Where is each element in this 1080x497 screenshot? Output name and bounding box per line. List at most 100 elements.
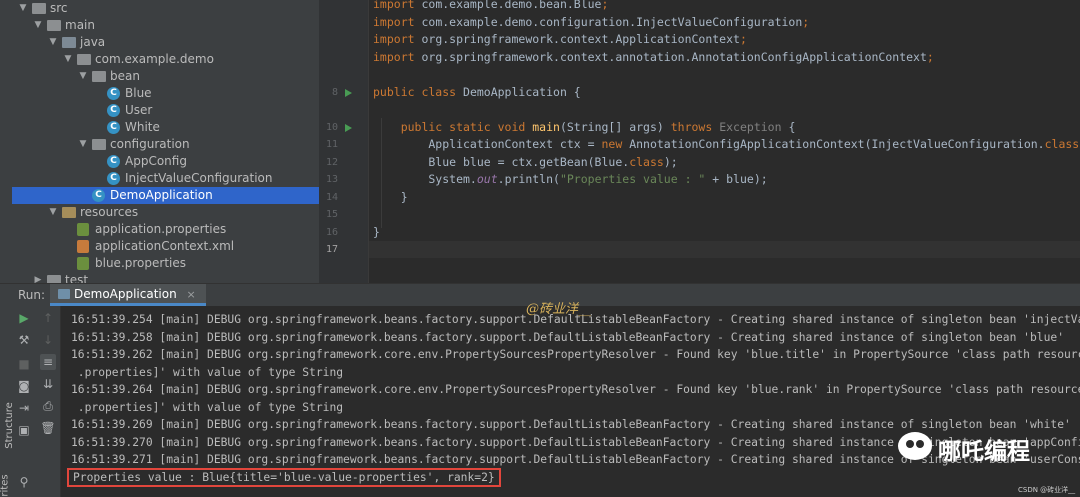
- console-line: 16:51:39.258 [main] DEBUG org.springfram…: [71, 330, 1064, 344]
- code-line: ApplicationContext ctx = new AnnotationC…: [373, 137, 1080, 151]
- tree-item-configuration[interactable]: ▼ configuration: [12, 136, 319, 153]
- class-icon: C: [107, 155, 120, 168]
- layout-icon[interactable]: ▣: [16, 422, 32, 438]
- editor-gutter: 8 10 11 12 13 14 15 16 17: [319, 0, 369, 283]
- up-arrow-icon[interactable]: ↑: [40, 310, 56, 326]
- tree-item-application-properties[interactable]: application.properties: [12, 221, 319, 238]
- run-toolbar-secondary: ↑ ↓ ≡ ⇊ ⎙ 🗑: [36, 306, 61, 497]
- run-label: Run:: [18, 288, 46, 302]
- package-icon: [92, 71, 106, 82]
- down-arrow-icon[interactable]: ↓: [40, 332, 56, 348]
- xml-file-icon: [77, 240, 89, 253]
- line-number: 17: [325, 244, 338, 255]
- code-line: import org.springframework.context.annot…: [373, 49, 934, 64]
- scroll-to-end-icon[interactable]: ⇊: [40, 376, 56, 392]
- print-icon[interactable]: ⎙: [40, 398, 56, 414]
- line-number: 10: [325, 121, 338, 133]
- chevron-down-icon[interactable]: ▼: [48, 34, 58, 51]
- package-icon: [77, 54, 91, 65]
- code-line: System.out.println("Properties value : "…: [373, 172, 768, 186]
- tree-item-label: DemoApplication: [110, 188, 213, 202]
- tree-item-src[interactable]: ▼ src: [12, 0, 319, 17]
- chevron-down-icon[interactable]: ▼: [78, 68, 88, 85]
- console-line: 16:51:39.262 [main] DEBUG org.springfram…: [71, 348, 1080, 361]
- tree-item-label: com.example.demo: [95, 52, 214, 66]
- console-line: 16:51:39.269 [main] DEBUG org.springfram…: [71, 418, 1071, 431]
- chevron-right-icon[interactable]: ▶: [33, 272, 43, 283]
- run-gutter-icon[interactable]: [345, 88, 352, 97]
- tree-item-user[interactable]: C User: [12, 102, 319, 119]
- tree-item-test[interactable]: ▶ test: [12, 272, 319, 283]
- chevron-down-icon[interactable]: ▼: [48, 204, 58, 221]
- console-output[interactable]: Properties value : Blue{title='blue-valu…: [61, 306, 1080, 497]
- code-editor[interactable]: import com.example.demo.bean.Blue; import…: [369, 0, 1080, 283]
- run-tab-label: DemoApplication: [74, 287, 177, 301]
- tree-item-label: java: [80, 35, 106, 49]
- author-watermark: @砖业洋__: [526, 302, 592, 317]
- tree-item-label: User: [125, 103, 153, 117]
- code-line: public class DemoApplication {: [373, 84, 581, 99]
- soft-wrap-icon[interactable]: ≡: [40, 354, 56, 370]
- wrench-icon[interactable]: ⚒: [16, 332, 32, 348]
- tree-item-white[interactable]: C White: [12, 119, 319, 136]
- line-number: 12: [325, 156, 338, 168]
- application-icon: [58, 289, 70, 299]
- favorites-tool-button[interactable]: rites: [0, 474, 11, 496]
- line-number: [308, 49, 338, 66]
- chevron-down-icon[interactable]: ▼: [18, 0, 28, 17]
- tree-item-injectvalueconfiguration[interactable]: C InjectValueConfiguration: [12, 170, 319, 187]
- chevron-down-icon[interactable]: ▼: [33, 17, 43, 34]
- tree-item-resources[interactable]: ▼ resources: [12, 204, 319, 221]
- code-line: import com.example.demo.bean.Blue;: [373, 0, 609, 11]
- tree-item-blue[interactable]: C Blue: [12, 85, 319, 102]
- properties-file-icon: [77, 257, 89, 270]
- line-number: 8: [331, 86, 338, 98]
- runnable-class-icon: C: [92, 189, 105, 202]
- project-tree: ▼ src ▼ main ▼ java ▼ com.example.demo ▼ bean C Blu…: [12, 0, 319, 283]
- tree-item-blue-properties[interactable]: blue.properties: [12, 255, 319, 272]
- rerun-icon[interactable]: ▶: [16, 310, 32, 326]
- chevron-down-icon[interactable]: ▼: [63, 51, 73, 68]
- stop-icon[interactable]: ■: [16, 356, 32, 372]
- run-gutter-icon[interactable]: [345, 123, 352, 132]
- code-line: }: [373, 224, 380, 239]
- trash-icon[interactable]: 🗑: [40, 420, 56, 436]
- chevron-down-icon[interactable]: ▼: [78, 136, 88, 153]
- tree-item-label: White: [125, 120, 160, 134]
- tree-item-label: application.properties: [95, 222, 227, 236]
- brand-text: 哪吒编程: [938, 439, 1030, 465]
- console-line: .properties]' with value of type String: [71, 400, 344, 414]
- run-tab-demoapplication[interactable]: DemoApplication ×: [50, 284, 206, 306]
- resources-folder-icon: [62, 207, 76, 218]
- login-icon[interactable]: ⇥: [16, 400, 32, 416]
- class-icon: C: [107, 121, 120, 134]
- tree-item-bean[interactable]: ▼ bean: [12, 68, 319, 85]
- tree-item-applicationcontext-xml[interactable]: applicationContext.xml: [12, 238, 319, 255]
- tree-item-label: InjectValueConfiguration: [125, 171, 273, 185]
- tree-item-demoapplication[interactable]: C DemoApplication: [12, 187, 319, 204]
- line-number: 14: [325, 191, 338, 203]
- line-number: [308, 66, 338, 83]
- console-line: .properties]' with value of type String: [71, 365, 344, 379]
- folder-icon: [47, 275, 61, 283]
- camera-icon[interactable]: ◙: [16, 378, 32, 394]
- class-icon: C: [107, 104, 120, 117]
- tree-item-com-example-demo[interactable]: ▼ com.example.demo: [12, 51, 319, 68]
- pin-icon[interactable]: ⚲: [16, 474, 32, 490]
- tree-item-java[interactable]: ▼ java: [12, 34, 319, 51]
- tree-item-label: AppConfig: [125, 154, 187, 168]
- close-icon[interactable]: ×: [187, 288, 196, 301]
- tree-item-label: bean: [110, 69, 140, 83]
- line-number: [308, 14, 338, 31]
- csdn-watermark: CSDN @砖业洋__: [1018, 486, 1076, 494]
- result-output-line: Properties value : Blue{title='blue-valu…: [67, 468, 501, 487]
- tree-item-appconfig[interactable]: C AppConfig: [12, 153, 319, 170]
- tree-item-main[interactable]: ▼ main: [12, 17, 319, 34]
- line-number: [308, 0, 338, 13]
- tree-item-label: main: [65, 18, 95, 32]
- wechat-logo-icon: [898, 432, 932, 460]
- code-line: }: [373, 189, 408, 204]
- folder-icon: [47, 20, 61, 31]
- package-icon: [92, 139, 106, 150]
- class-icon: C: [107, 87, 120, 100]
